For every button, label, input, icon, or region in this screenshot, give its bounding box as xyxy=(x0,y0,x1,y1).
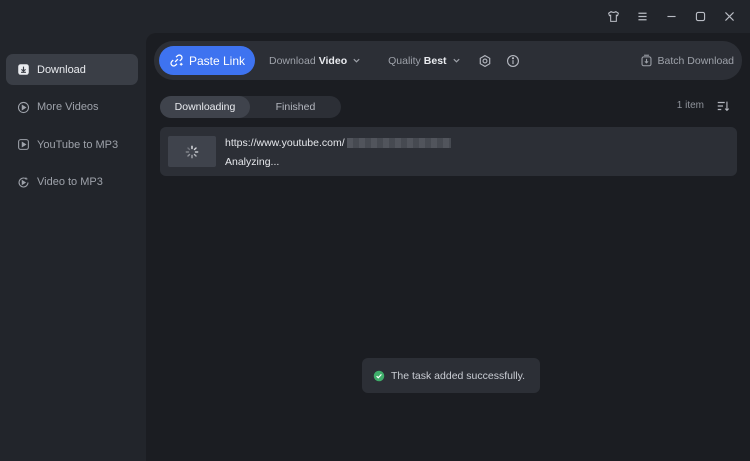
sort-icon[interactable] xyxy=(716,99,730,113)
sidebar-item-download[interactable]: Download xyxy=(6,54,138,85)
item-count: 1 item xyxy=(676,100,704,111)
sidebar-item-video-to-mp3[interactable]: Video to MP3 xyxy=(6,167,138,198)
check-circle-icon xyxy=(373,370,385,381)
quality-value: Best xyxy=(423,54,447,67)
batch-download-icon xyxy=(641,54,652,67)
toolbar: Paste Link Download Video Quality Best B… xyxy=(154,41,742,80)
paste-link-label: Paste Link xyxy=(188,53,246,68)
toast-message: The task added successfully. xyxy=(391,369,526,382)
tab-finished[interactable]: Finished xyxy=(250,96,341,118)
play-circle-icon xyxy=(16,100,30,114)
quality-prefix: Quality xyxy=(388,54,421,67)
close-icon[interactable] xyxy=(715,6,744,26)
menu-icon[interactable] xyxy=(628,6,657,26)
video-convert-icon xyxy=(16,175,30,189)
url-redaction xyxy=(346,138,451,148)
sidebar-item-label: YouTube to MP3 xyxy=(37,138,119,151)
paste-link-button[interactable]: Paste Link xyxy=(159,46,255,75)
minimize-icon[interactable] xyxy=(657,6,686,26)
main-panel: Paste Link Download Video Quality Best B… xyxy=(146,33,750,461)
quality-dropdown[interactable]: Quality Best xyxy=(388,55,460,67)
thumbnail xyxy=(168,136,216,167)
sidebar-item-label: More Videos xyxy=(37,101,99,113)
batch-download-label: Batch Download xyxy=(657,54,734,67)
download-type-dropdown[interactable]: Download Video xyxy=(269,55,361,67)
chevron-down-icon xyxy=(452,58,460,63)
info-icon[interactable] xyxy=(505,53,521,69)
skin-icon[interactable] xyxy=(599,6,628,26)
play-square-icon xyxy=(16,138,30,152)
tab-downloading[interactable]: Downloading xyxy=(160,96,250,118)
title-bar xyxy=(0,0,750,32)
item-url-row: https://www.youtube.com/ xyxy=(225,137,451,149)
window-controls xyxy=(599,6,744,26)
maximize-icon[interactable] xyxy=(686,6,715,26)
batch-download-button[interactable]: Batch Download xyxy=(640,41,734,80)
tab-bar: Downloading Finished xyxy=(160,96,341,118)
sidebar-item-youtube-to-mp3[interactable]: YouTube to MP3 xyxy=(6,129,138,160)
item-status: Analyzing... xyxy=(225,156,280,168)
download-type-value: Video xyxy=(318,54,348,67)
item-url: https://www.youtube.com/ xyxy=(225,137,345,149)
settings-gear-icon[interactable] xyxy=(477,53,493,69)
list-item[interactable]: https://www.youtube.com/ Analyzing... xyxy=(160,127,737,176)
sidebar-item-label: Download xyxy=(37,63,86,76)
download-type-prefix: Download xyxy=(269,54,316,67)
download-icon xyxy=(16,63,30,77)
sidebar: Download More Videos YouTube to MP3 Vide… xyxy=(6,54,138,204)
loading-spinner-icon xyxy=(185,145,199,158)
toast-notification: The task added successfully. xyxy=(362,358,540,393)
sidebar-item-label: Video to MP3 xyxy=(37,176,103,188)
sidebar-item-more-videos[interactable]: More Videos xyxy=(6,92,138,123)
chevron-down-icon xyxy=(353,58,360,63)
link-icon xyxy=(170,54,183,67)
